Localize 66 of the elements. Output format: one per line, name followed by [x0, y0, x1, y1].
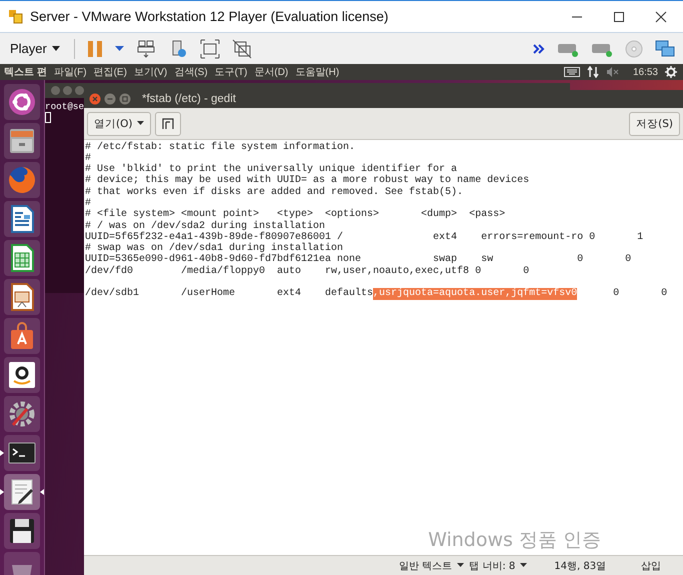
code-line: # that works even if disks are added and removed. See fstab(5). [85, 186, 464, 198]
window-title: Server - VMware Workstation 12 Player (Evaluation license) [30, 9, 390, 24]
launcher-item[interactable] [4, 318, 40, 354]
language-menu[interactable]: 일반 텍스트 [399, 558, 452, 572]
maximize-button[interactable] [613, 10, 625, 22]
launcher-item[interactable] [4, 357, 40, 393]
launcher-item[interactable] [4, 240, 40, 276]
activation-watermark: Windows 정품 인증 [428, 528, 601, 553]
code-line: # [85, 198, 92, 209]
code-line: /dev/sdb1 /userHome ext4 defaults [85, 288, 374, 300]
open-button[interactable]: 열기(O) [87, 112, 152, 136]
code-line: UUID=5365e090-d961-40b8-9d60-fd7bdf6121ea none swap sw 0 0 [85, 254, 632, 266]
player-menu[interactable]: Player [8, 39, 62, 58]
tab-width-menu[interactable]: 탭 너비: 8 [469, 558, 516, 572]
code-line: # <file system> <mount point> <type> <options> <dump> <pass> [85, 209, 506, 220]
close-button[interactable] [655, 10, 667, 22]
launcher-item[interactable] [4, 123, 40, 159]
menu-item[interactable]: 도움말(H) [295, 65, 340, 79]
code-line: 0 0 [612, 288, 668, 300]
code-line: # Use 'blkid' to print the universally unique identifier for a [85, 164, 458, 176]
launcher-item[interactable] [4, 474, 40, 510]
caret-icon[interactable] [457, 563, 464, 568]
network-icon[interactable] [655, 38, 675, 58]
more-icon[interactable] [533, 42, 545, 54]
settings-icon [7, 399, 37, 429]
clock[interactable]: 16:53 [632, 66, 658, 78]
insert-mode: 삽입 [641, 560, 662, 572]
network-arrows-icon[interactable] [586, 66, 599, 78]
caret-icon [137, 121, 144, 126]
app-name: 텍스트 편 [4, 66, 47, 79]
text-cursor [45, 112, 51, 123]
selected-text: ,usrjquota=aquota.user,jqfmt=vfsv0 [373, 288, 578, 300]
save-button[interactable]: 저장(S) [629, 112, 680, 136]
code-line: /dev/fd0 /media/floppy0 auto rw,user,noauto,exec,utf8 0 0 [85, 266, 530, 278]
shopping-icon [7, 360, 37, 390]
menu-item[interactable]: 문서(D) [254, 65, 288, 79]
launcher-item[interactable] [4, 84, 40, 120]
launcher-item[interactable] [4, 279, 40, 315]
caret-icon[interactable] [114, 46, 124, 52]
code-line: # swap was on /dev/sda1 during installation [85, 243, 344, 254]
ubuntu-logo-icon [7, 87, 37, 117]
firefox-icon [7, 165, 37, 195]
menu-item[interactable]: 보기(V) [134, 65, 168, 79]
caret-icon[interactable] [520, 563, 528, 568]
fullscreen-icon[interactable] [200, 38, 220, 58]
new-tab-button[interactable] [155, 112, 182, 136]
launcher-item[interactable] [4, 201, 40, 237]
file-cabinet-icon [7, 126, 37, 156]
muted-speaker-icon[interactable] [606, 67, 620, 77]
code-line: # /etc/fstab: static file system information. [85, 142, 356, 153]
menu-item[interactable]: 파일(F) [54, 65, 87, 79]
terminal-prompt: root@se [45, 101, 84, 112]
menu-item[interactable]: 검색(S) [174, 65, 208, 79]
menu-item[interactable]: 편집(E) [94, 65, 127, 79]
cursor-position: 14행, 83열 [554, 560, 606, 572]
launcher-item[interactable] [4, 513, 40, 549]
code-line: UUID=5f65f232-e4a1-439b-89de-f80907e86001 / ext4 errors=remount-ro 0 1 [85, 232, 644, 243]
window-title: *fstab (/etc) - gedit [142, 93, 236, 105]
menu-item[interactable]: 도구(T) [214, 65, 248, 79]
settings-icon[interactable] [665, 66, 677, 78]
app-logo-icon [8, 8, 24, 24]
code-line: # / was on /dev/sda2 during installation [85, 220, 326, 232]
code-line: # device; this may be used with UUID= as a more robust way to name devices [85, 175, 530, 186]
code-line: # [85, 152, 92, 164]
caret-icon [52, 46, 60, 52]
launcher-item[interactable] [4, 435, 40, 471]
